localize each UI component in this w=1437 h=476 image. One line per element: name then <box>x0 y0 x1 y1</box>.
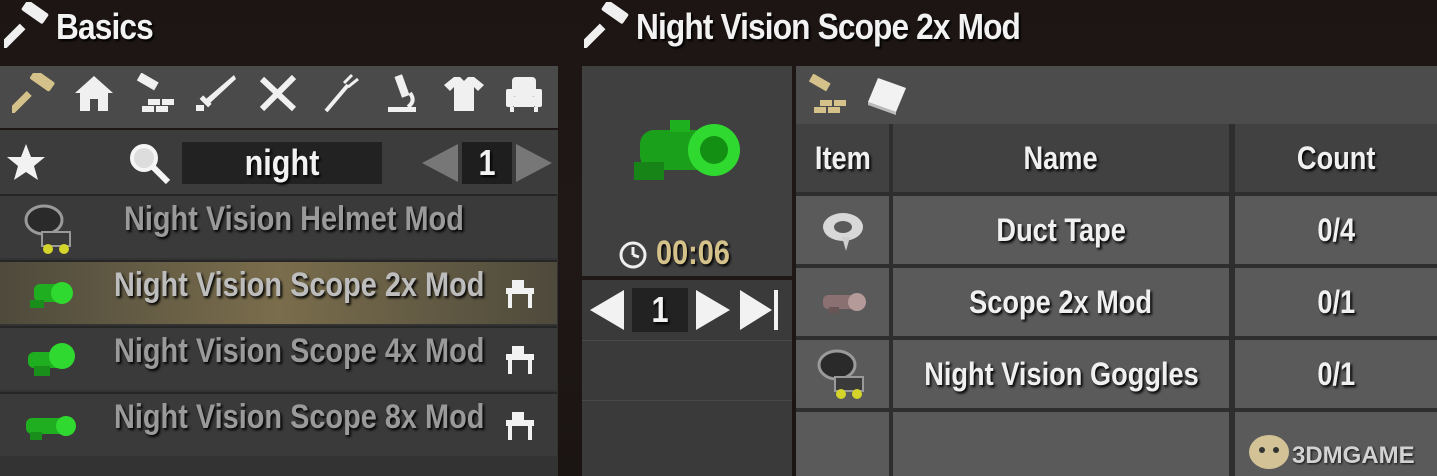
category-hammer-icon[interactable] <box>8 70 60 116</box>
page-prev-button[interactable] <box>420 142 460 184</box>
ingredients-table: Item Name Count Duct Tape 0/4 Scope 2x M… <box>796 124 1437 476</box>
category-house-icon[interactable] <box>68 70 120 116</box>
section-title: Basics <box>56 6 154 47</box>
night-vision-scope-2x-preview-icon <box>630 106 746 192</box>
clock-icon <box>618 240 648 270</box>
hammer-icon <box>0 0 54 51</box>
category-fork-icon[interactable] <box>314 70 366 116</box>
quantity-stepper: 1 <box>582 280 792 476</box>
quantity-value[interactable]: 1 <box>632 288 688 332</box>
craft-time: 00:06 <box>656 234 730 272</box>
ingredients-toolbar <box>796 66 1437 124</box>
search-input[interactable]: night <box>182 142 382 184</box>
recipe-label: Night Vision Scope 2x Mod <box>114 266 485 304</box>
search-bar: night 1 <box>0 130 558 194</box>
night-vision-scope-8x-icon <box>22 406 76 446</box>
recipe-title: Night Vision Scope 2x Mod <box>636 6 1021 47</box>
category-bar <box>0 66 558 128</box>
recipe-row[interactable]: Night Vision Scope 8x Mod <box>0 392 557 456</box>
recipe-label: Night Vision Scope 8x Mod <box>114 398 485 436</box>
page-number: 1 <box>462 142 512 184</box>
workbench-icon <box>502 276 538 310</box>
quantity-max-button[interactable] <box>738 288 782 332</box>
recipe-list: Night Vision Helmet Mod Night Vision Sco… <box>0 194 558 476</box>
empty-cell <box>893 412 1229 476</box>
ingredient-name: Night Vision Goggles <box>893 340 1229 408</box>
category-building-icon[interactable] <box>130 70 182 116</box>
search-icon <box>126 140 172 186</box>
workbench-icon <box>502 342 538 376</box>
category-shirt-icon[interactable] <box>438 70 490 116</box>
scope-2x-icon <box>796 268 889 336</box>
search-input-value: night <box>244 142 320 183</box>
recipe-row[interactable]: Night Vision Helmet Mod <box>0 194 557 258</box>
night-vision-goggles-icon <box>796 340 889 408</box>
ingredient-name: Duct Tape <box>893 196 1229 264</box>
ingredient-count: 0/1 <box>1235 340 1437 408</box>
category-chair-icon[interactable] <box>498 70 550 116</box>
night-vision-scope-4x-icon <box>24 338 76 382</box>
recipe-row-selected[interactable]: Night Vision Scope 2x Mod <box>0 260 557 324</box>
workbench-icon <box>502 408 538 442</box>
category-microscope-icon[interactable] <box>376 70 428 116</box>
quantity-decrease-button[interactable] <box>588 288 626 332</box>
favorite-star-icon[interactable] <box>6 142 46 182</box>
recipe-label: Night Vision Scope 4x Mod <box>114 332 485 370</box>
item-preview-panel: 00:06 <box>582 66 792 276</box>
empty-cell <box>796 412 889 476</box>
column-header-count: Count <box>1235 124 1437 192</box>
ingredient-count: 0/4 <box>1235 196 1437 264</box>
ingredient-count: 0/1 <box>1235 268 1437 336</box>
ingredients-tab-icon[interactable] <box>806 73 850 116</box>
night-vision-helmet-icon <box>22 202 78 256</box>
hammer-icon <box>578 0 634 51</box>
ingredient-name: Scope 2x Mod <box>893 268 1229 336</box>
column-header-item: Item <box>796 124 889 192</box>
recipe-label: Night Vision Helmet Mod <box>124 200 464 238</box>
recipe-row[interactable]: Night Vision Scope 4x Mod <box>0 326 557 390</box>
watermark-mascot-icon <box>1246 426 1292 472</box>
category-weapon-icon[interactable] <box>190 70 242 116</box>
duct-tape-icon <box>796 196 889 264</box>
book-icon[interactable] <box>866 74 910 116</box>
page-next-button[interactable] <box>514 142 554 184</box>
category-tools-icon[interactable] <box>252 70 304 116</box>
watermark-text: 3DMGAME <box>1292 442 1415 469</box>
column-header-name: Name <box>893 124 1229 192</box>
quantity-increase-button[interactable] <box>694 288 732 332</box>
night-vision-scope-2x-icon <box>28 276 74 310</box>
